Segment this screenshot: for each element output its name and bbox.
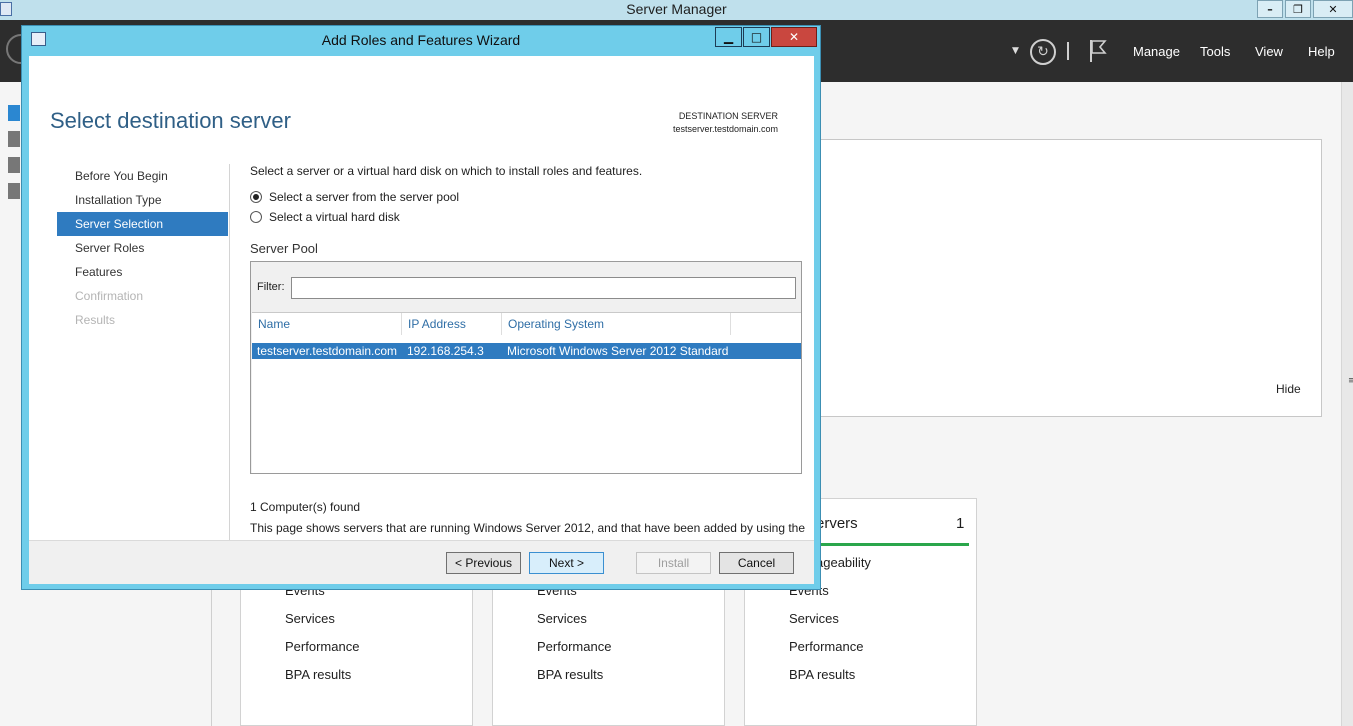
file-services-icon[interactable]: [8, 183, 20, 199]
cell-name: testserver.testdomain.com: [257, 344, 398, 358]
server-manager-title: Server Manager: [626, 1, 727, 17]
scrollbar-grip-icon: ≡: [1348, 376, 1353, 386]
step-server-selection[interactable]: Server Selection: [57, 212, 228, 236]
tile-title[interactable]: ervers: [816, 515, 858, 532]
step-confirmation: Confirmation: [75, 289, 144, 303]
tile-link-services[interactable]: Services: [285, 611, 335, 626]
radio-server-pool[interactable]: Select a server from the server pool: [250, 190, 459, 204]
tile-link-bpa-results[interactable]: BPA results: [789, 667, 855, 682]
server-manager-sidebar: [8, 105, 22, 209]
column-header-ip-address[interactable]: IP Address: [402, 313, 502, 335]
radio-unselected-icon[interactable]: [250, 211, 262, 223]
column-header-name[interactable]: Name: [252, 313, 402, 335]
page-title: Select destination server: [50, 108, 291, 133]
notifications-dropdown-icon[interactable]: ▼: [1012, 46, 1019, 56]
wizard-footer: < Previous Next > Install Cancel: [29, 540, 814, 584]
step-installation-type[interactable]: Installation Type: [57, 188, 228, 212]
server-pool-label: Server Pool: [250, 241, 318, 256]
table-row[interactable]: testserver.testdomain.com 192.168.254.3 …: [252, 343, 801, 359]
server-manager-window-controls: – ❐ ✕: [1255, 0, 1353, 18]
instruction-text: Select a server or a virtual hard disk o…: [250, 164, 643, 178]
tile-link-bpa-results[interactable]: BPA results: [537, 667, 603, 682]
server-manager-titlebar: Server Manager – ❐ ✕: [0, 0, 1353, 20]
cell-operating-system: Microsoft Windows Server 2012 Standard: [507, 344, 729, 358]
tile-link-manageability[interactable]: ageability: [816, 555, 871, 570]
install-button: Install: [636, 552, 711, 574]
refresh-icon[interactable]: ↻: [1030, 39, 1056, 65]
minimize-button[interactable]: –: [1257, 0, 1283, 18]
restore-button[interactable]: ❐: [1285, 0, 1311, 18]
step-before-you-begin[interactable]: Before You Begin: [57, 164, 228, 188]
tile-link-bpa-results[interactable]: BPA results: [285, 667, 351, 682]
radio-selected-icon[interactable]: [250, 191, 262, 203]
wizard-maximize-button[interactable]: □: [743, 27, 770, 47]
tile-count: 1: [956, 515, 965, 532]
close-button[interactable]: ✕: [1313, 0, 1353, 18]
steps-divider: [229, 164, 230, 549]
tile-link-performance[interactable]: Performance: [285, 639, 359, 654]
menu-manage[interactable]: Manage: [1133, 44, 1180, 59]
column-header-operating-system[interactable]: Operating System: [502, 313, 731, 335]
wizard-close-button[interactable]: ✕: [771, 27, 817, 47]
filter-label: Filter:: [257, 281, 285, 293]
step-server-roles[interactable]: Server Roles: [57, 236, 228, 260]
server-pool-box: Filter: Name IP Address Operating System…: [250, 261, 802, 474]
radio-virtual-hard-disk[interactable]: Select a virtual hard disk: [250, 210, 400, 224]
tile-link-services[interactable]: Services: [789, 611, 839, 626]
radio-virtual-hard-disk-label[interactable]: Select a virtual hard disk: [269, 210, 400, 224]
filter-input[interactable]: [291, 277, 796, 299]
tile-link-services[interactable]: Services: [537, 611, 587, 626]
next-button[interactable]: Next >: [529, 552, 604, 574]
destination-server-label: DESTINATION SERVER: [678, 111, 778, 121]
wizard-steps-nav: Before You Begin Installation Type Serve…: [57, 164, 228, 332]
tile-link-performance[interactable]: Performance: [537, 639, 611, 654]
computers-found-count: 1 Computer(s) found: [250, 500, 361, 514]
wizard-minimize-button[interactable]: ▁: [715, 27, 742, 47]
cell-ip-address: 192.168.254.3: [407, 344, 484, 358]
wizard-client-area: Select destination server DESTINATION SE…: [29, 56, 814, 584]
dashboard-icon[interactable]: [8, 105, 20, 121]
menu-view[interactable]: View: [1255, 44, 1283, 59]
menu-tools[interactable]: Tools: [1200, 44, 1230, 59]
welcome-panel: [812, 139, 1322, 417]
vertical-scrollbar[interactable]: [1341, 82, 1353, 726]
hide-link[interactable]: Hide: [1276, 382, 1301, 396]
cancel-button[interactable]: Cancel: [719, 552, 794, 574]
grid-header: Name IP Address Operating System: [252, 313, 801, 335]
step-results: Results: [75, 313, 116, 327]
all-servers-icon[interactable]: [8, 157, 20, 173]
header-separator: [1067, 42, 1069, 60]
menu-help[interactable]: Help: [1308, 44, 1335, 59]
radio-server-pool-label[interactable]: Select a server from the server pool: [269, 190, 459, 204]
add-roles-wizard-window: Add Roles and Features Wizard ▁ □ ✕ Sele…: [21, 25, 821, 590]
step-features[interactable]: Features: [57, 260, 228, 284]
server-pool-grid: Name IP Address Operating System testser…: [252, 312, 801, 473]
previous-button[interactable]: < Previous: [446, 552, 521, 574]
local-server-icon[interactable]: [8, 131, 20, 147]
destination-server-value: testserver.testdomain.com: [672, 124, 778, 134]
wizard-title: Add Roles and Features Wizard: [321, 32, 521, 48]
tile-link-performance[interactable]: Performance: [789, 639, 863, 654]
notification-flag-icon[interactable]: [1088, 39, 1108, 63]
